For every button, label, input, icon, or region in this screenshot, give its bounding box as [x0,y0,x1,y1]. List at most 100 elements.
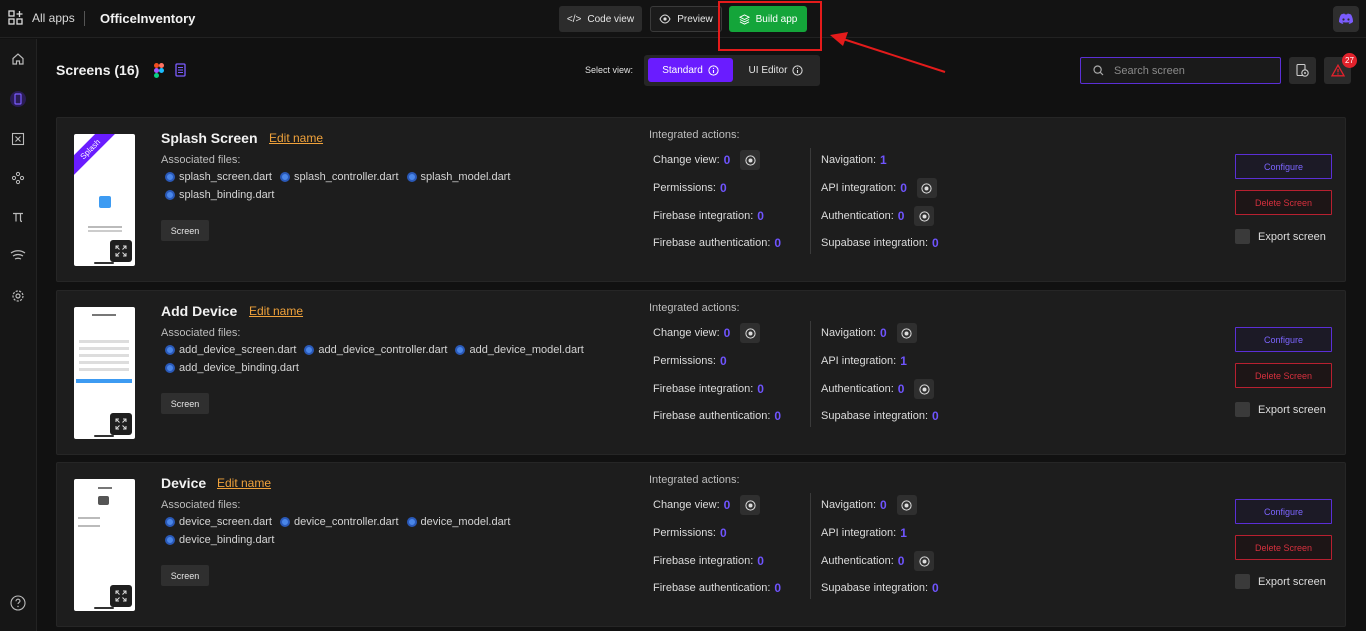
code-view-label: Code view [587,13,635,25]
file-item[interactable]: splash_controller.dart [279,171,399,183]
file-item[interactable]: splash_screen.dart [165,171,272,183]
action-firebase-integration: Firebase integration: 0 [653,381,764,397]
action-count: 0 [723,153,731,167]
action-count: 0 [932,581,939,595]
file-list: device_screen.dart device_controller.dar… [165,516,585,546]
export-screen-label: Export screen [1258,230,1326,243]
delete-screen-button[interactable]: Delete Screen [1235,535,1332,560]
view-standard-label: Standard [662,64,703,76]
screen-card: Device Edit name Associated files: devic… [56,462,1346,627]
wifi-icon[interactable] [8,246,28,266]
action-label: Firebase integration: [653,210,754,222]
action-count: 0 [880,498,887,512]
document-icon[interactable] [175,63,186,77]
file-item[interactable]: device_binding.dart [165,534,274,546]
run-action-button[interactable] [916,178,937,198]
screen-tag[interactable]: Screen [161,393,209,414]
run-action-button[interactable] [914,551,935,571]
run-action-button[interactable] [740,150,761,170]
screen-thumbnail[interactable] [74,479,135,611]
run-action-button[interactable] [740,323,761,343]
screen-settings-button[interactable] [1289,57,1316,84]
run-action-button[interactable] [914,206,935,226]
action-count: 0 [900,181,907,195]
discord-button[interactable] [1333,6,1359,32]
help-icon[interactable] [8,593,28,613]
screen-tag[interactable]: Screen [161,220,209,241]
edit-name-link[interactable]: Edit name [217,476,271,490]
edit-name-link[interactable]: Edit name [249,304,303,318]
thumbnail-row [79,361,129,364]
file-item[interactable]: device_controller.dart [279,516,399,528]
run-action-button[interactable] [896,323,917,343]
dart-file-icon [406,172,417,182]
action-label: Permissions: [653,355,716,367]
file-item[interactable]: add_device_model.dart [455,344,584,356]
thumbnail-row [78,517,100,519]
screens-icon[interactable] [8,89,28,109]
action-label: Authentication: [821,555,894,567]
file-item[interactable]: add_device_binding.dart [165,362,299,374]
thumbnail-header [98,487,112,489]
formula-icon[interactable] [8,129,28,149]
integrations-icon[interactable] [8,168,28,188]
all-apps-link[interactable]: All apps [8,10,75,26]
expand-button[interactable] [110,413,132,435]
action-count: 0 [757,554,764,568]
action-supabase-integration: Supabase integration: 0 [821,580,939,596]
export-screen-option[interactable]: Export screen [1235,574,1326,589]
app-logo-icon [99,196,111,208]
action-count: 0 [774,409,782,423]
thumbnail-button [76,379,132,383]
expand-button[interactable] [110,585,132,607]
file-item[interactable]: splash_binding.dart [165,189,274,201]
view-standard-button[interactable]: Standard [648,58,733,82]
expand-button[interactable] [110,240,132,262]
action-label: Change view: [653,154,720,166]
export-screen-option[interactable]: Export screen [1235,402,1326,417]
gear-icon[interactable] [8,286,28,306]
file-item[interactable]: splash_model.dart [406,171,510,183]
view-ui-editor-button[interactable]: UI Editor [736,58,816,82]
action-permissions: Permissions: 0 [653,353,727,369]
file-item[interactable]: device_model.dart [406,516,510,528]
pi-icon[interactable] [8,207,28,227]
delete-screen-button[interactable]: Delete Screen [1235,190,1332,215]
action-authentication: Authentication: 0 [821,379,935,399]
dart-file-icon [279,517,290,527]
run-action-button[interactable] [740,495,761,515]
configure-button[interactable]: Configure [1235,327,1332,352]
preview-button[interactable]: Preview [650,6,722,32]
action-label: Authentication: [821,383,894,395]
delete-screen-button[interactable]: Delete Screen [1235,363,1332,388]
sidebar [0,39,37,631]
file-item[interactable]: add_device_screen.dart [165,344,296,356]
search-input[interactable] [1114,64,1264,77]
thumbnail-row [79,347,129,350]
run-action-button[interactable] [914,379,935,399]
export-checkbox[interactable] [1235,574,1250,589]
screen-thumbnail[interactable] [74,307,135,439]
configure-button[interactable]: Configure [1235,154,1332,179]
figma-icon[interactable] [154,63,164,78]
file-list: add_device_screen.dart add_device_contro… [165,344,585,374]
action-count: 1 [900,354,907,368]
edit-name-link[interactable]: Edit name [269,131,323,145]
export-screen-option[interactable]: Export screen [1235,229,1326,244]
action-navigation: Navigation: 0 [821,323,917,343]
play-circle-icon [919,210,930,222]
home-icon[interactable] [8,49,28,69]
file-item[interactable]: add_device_controller.dart [304,344,447,356]
export-checkbox[interactable] [1235,229,1250,244]
configure-button[interactable]: Configure [1235,499,1332,524]
screen-tag[interactable]: Screen [161,565,209,586]
search-icon [1093,65,1104,76]
apps-grid-icon [8,10,23,25]
run-action-button[interactable] [896,495,917,515]
associated-files-label: Associated files: [161,154,241,166]
code-view-button[interactable]: </> Code view [559,6,642,32]
screen-thumbnail[interactable]: Splash [74,134,135,266]
file-item[interactable]: device_screen.dart [165,516,272,528]
action-label: Firebase authentication: [653,237,771,249]
export-checkbox[interactable] [1235,402,1250,417]
